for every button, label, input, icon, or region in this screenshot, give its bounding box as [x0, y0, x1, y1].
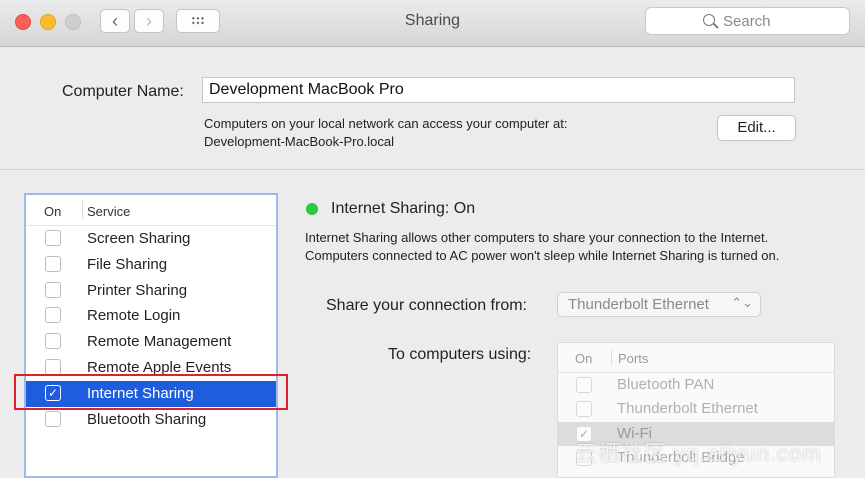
search-field[interactable]: Search — [645, 7, 850, 35]
highlight-box — [14, 374, 288, 410]
computer-name-section: Computer Name: Development MacBook Pro C… — [0, 47, 865, 170]
edit-button[interactable]: Edit... — [717, 115, 796, 141]
service-label: Printer Sharing — [87, 281, 188, 299]
port-checkbox[interactable] — [576, 377, 592, 393]
column-header-on[interactable]: On — [575, 351, 592, 366]
column-header-service[interactable]: Service — [87, 204, 130, 219]
watermark: 云栖社区 yq.aliyun.com — [575, 441, 822, 466]
service-checkbox[interactable] — [45, 333, 61, 350]
service-checkbox[interactable] — [45, 255, 61, 272]
service-list[interactable]: On Service Screen Sharing File Sharing Pri… — [24, 193, 278, 478]
column-header-on[interactable]: On — [44, 204, 61, 219]
title-bar: ‹ › Sharing Search — [0, 0, 865, 47]
computer-name-description: Computers on your local network can acce… — [204, 115, 684, 151]
status-label: Internet Sharing: On — [331, 200, 476, 217]
service-checkbox[interactable] — [45, 410, 61, 427]
share-from-value: Thunderbolt Ethernet — [568, 296, 709, 313]
port-label: Thunderbolt Ethernet — [617, 400, 758, 418]
service-label: Remote Management — [87, 333, 232, 351]
share-from-label: Share your connection from: — [326, 297, 527, 314]
service-label: Screen Sharing — [87, 230, 191, 247]
service-row[interactable]: Remote Login — [26, 303, 276, 329]
status-indicator-icon — [306, 203, 318, 215]
port-row[interactable]: Thunderbolt Ethernet — [558, 397, 834, 421]
port-row[interactable]: Bluetooth PAN — [558, 373, 834, 397]
service-label: File Sharing — [87, 255, 168, 273]
service-checkbox[interactable] — [45, 281, 61, 298]
service-row[interactable]: Printer Sharing — [26, 278, 276, 304]
service-checkbox[interactable] — [45, 358, 61, 375]
ports-list-header: On Ports — [558, 343, 834, 373]
share-from-select[interactable]: Thunderbolt Ethernet ⌃⌄ — [557, 292, 761, 317]
chevron-updown-icon: ⌃⌄ — [731, 295, 753, 310]
service-description: Internet Sharing allows other computers … — [305, 230, 780, 263]
port-label: Bluetooth PAN — [617, 376, 715, 393]
service-label: Bluetooth Sharing — [87, 410, 207, 428]
service-label: Remote Login — [87, 307, 181, 325]
service-row[interactable]: Bluetooth Sharing — [26, 407, 276, 433]
local-hostname: Development-MacBook-Pro.local — [204, 134, 395, 149]
column-divider — [82, 201, 83, 219]
column-divider — [611, 349, 612, 366]
port-checkbox[interactable] — [576, 401, 592, 418]
service-row[interactable]: Screen Sharing — [26, 226, 276, 252]
service-checkbox[interactable] — [45, 230, 61, 246]
service-checkbox[interactable] — [45, 307, 61, 324]
computer-name-input[interactable]: Development MacBook Pro — [202, 77, 795, 103]
service-row[interactable]: Remote Management — [26, 329, 276, 355]
to-computers-label: To computers using: — [388, 346, 532, 363]
search-placeholder: Search — [723, 13, 771, 30]
computer-name-label: Computer Name: — [62, 83, 184, 100]
description-line-1: Computers on your local network can acce… — [204, 116, 568, 131]
service-row[interactable]: File Sharing — [26, 252, 276, 278]
search-icon — [703, 14, 715, 26]
column-header-ports[interactable]: Ports — [618, 351, 648, 366]
service-list-header: On Service — [26, 195, 276, 226]
